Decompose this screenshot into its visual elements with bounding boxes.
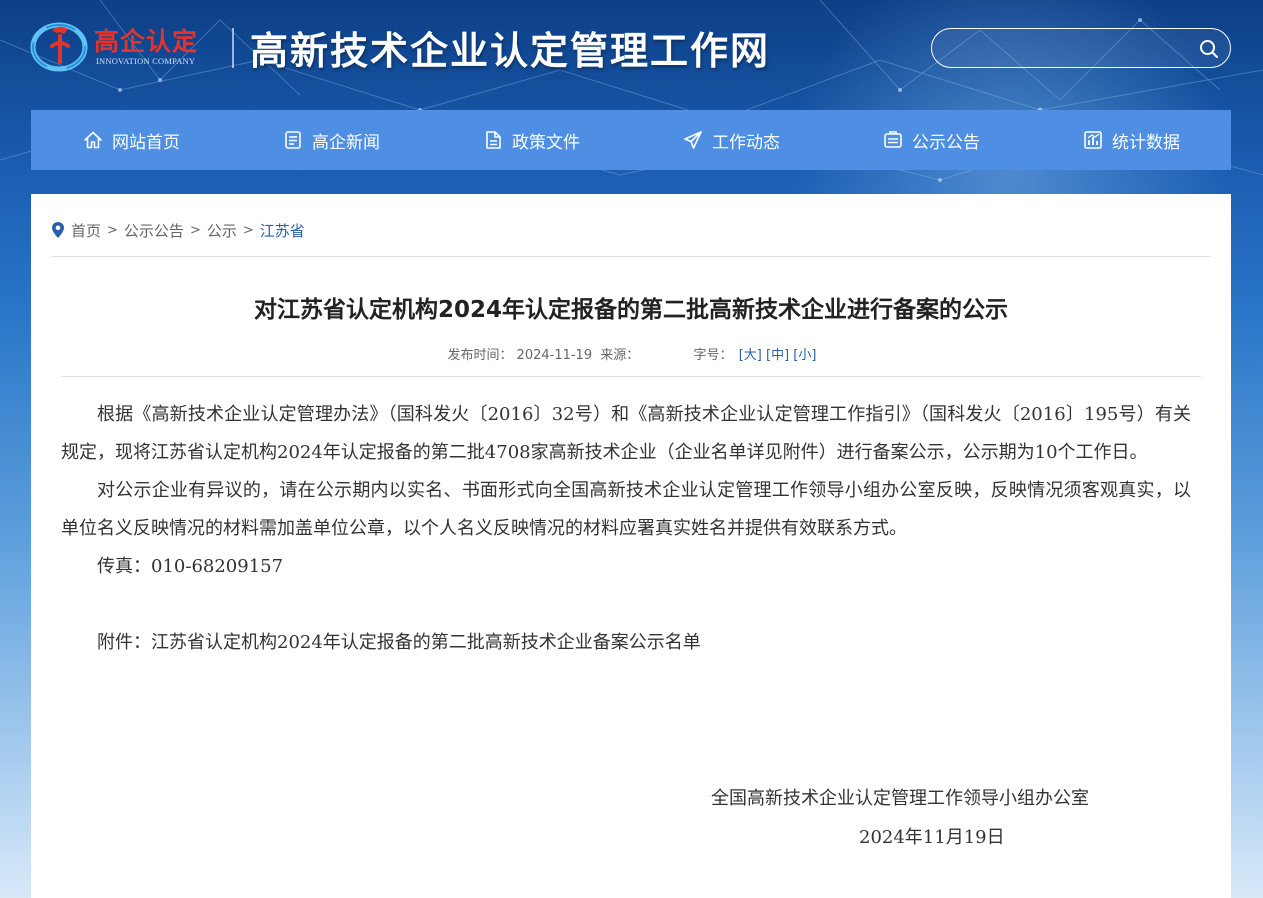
signature-date: 2024年11月19日 (859, 827, 1005, 848)
nav-label: 工作动态 (712, 132, 780, 153)
article-title: 对江苏省认定机构2024年认定报备的第二批高新技术企业进行备案的公示 (253, 297, 1008, 323)
publish-date: 2024-11-19 (516, 348, 593, 363)
home-icon (84, 131, 102, 149)
site-title: 高新技术企业认定管理工作网 (250, 28, 771, 73)
attachment-link[interactable]: 附件：江苏省认定机构2024年认定报备的第二批高新技术企业备案公示名单 (61, 624, 1191, 662)
nav-item-news[interactable]: 高企新闻 (231, 110, 431, 170)
nav-item-statistics[interactable]: 统计数据 (1031, 110, 1231, 170)
breadcrumb-announcements-link[interactable]: 公示公告 (124, 220, 184, 241)
logo-emblem-icon (30, 22, 88, 72)
site-logo[interactable]: 高企认定 INNOVATION COMPANY (30, 14, 220, 76)
logo-text-cn: 高企认定 (94, 27, 199, 56)
body-paragraph: 对公示企业有异议的，请在公示期内以实名、书面形式向全国高新技术企业认定管理工作领… (61, 480, 1191, 539)
divider (61, 376, 1201, 377)
news-icon (285, 131, 301, 149)
logo-divider (232, 28, 234, 68)
search-icon[interactable] (1198, 38, 1220, 60)
font-size-label: 字号： (693, 348, 733, 363)
announcement-icon (884, 131, 902, 148)
nav-label: 公示公告 (912, 132, 980, 153)
location-pin-icon (52, 222, 64, 238)
chart-icon (1084, 131, 1102, 149)
nav-item-home[interactable]: 网站首页 (31, 110, 231, 170)
nav-item-policy[interactable]: 政策文件 (431, 110, 631, 170)
font-size-small-button[interactable]: [小] (793, 348, 816, 363)
breadcrumb: 首页 > 公示公告 > 公示 > 江苏省 (51, 218, 305, 242)
nav-label: 统计数据 (1112, 132, 1180, 153)
nav-item-announcements[interactable]: 公示公告 (831, 110, 1031, 170)
search-box[interactable] (931, 28, 1231, 68)
site-header: 高企认定 INNOVATION COMPANY 高新技术企业认定管理工作网 (0, 0, 1263, 105)
article-container: 首页 > 公示公告 > 公示 > 江苏省 对江苏省认定机构2024年认定报备的第… (31, 194, 1231, 898)
body-paragraph: 根据《高新技术企业认定管理办法》（国科发火〔2016〕32号）和《高新技术企业认… (61, 404, 1191, 463)
document-icon (486, 131, 501, 149)
breadcrumb-separator: > (107, 222, 118, 238)
nav-label: 网站首页 (112, 132, 180, 153)
signature-org: 全国高新技术企业认定管理工作领导小组办公室 (711, 788, 1089, 809)
main-nav: 网站首页 高企新闻 政策文件 工作动态 公示公告 统计数据 (31, 110, 1231, 170)
breadcrumb-separator: > (242, 222, 254, 238)
logo-text-en: INNOVATION COMPANY (96, 56, 196, 66)
send-icon (684, 131, 702, 149)
breadcrumb-separator: > (189, 222, 201, 238)
nav-label: 政策文件 (512, 132, 580, 153)
breadcrumb-home-link[interactable]: 首页 (71, 220, 101, 241)
fax-line: 传真：010-68209157 (97, 556, 284, 577)
font-size-large-button[interactable]: [大] (739, 348, 762, 363)
article-meta: 发布时间： 2024-11-19 来源： 字号： [大] [中] [小] (31, 344, 1231, 363)
font-size-medium-button[interactable]: [中] (766, 348, 789, 363)
breadcrumb-notice-link[interactable]: 公示 (207, 220, 237, 241)
source-label: 来源： (600, 348, 640, 363)
nav-label: 高企新闻 (312, 132, 380, 153)
publish-date-label: 发布时间： (447, 348, 513, 363)
breadcrumb-current-link[interactable]: 江苏省 (260, 220, 305, 241)
nav-item-work-updates[interactable]: 工作动态 (631, 110, 831, 170)
article-body: 根据《高新技术企业认定管理办法》（国科发火〔2016〕32号）和《高新技术企业认… (61, 396, 1191, 662)
search-input[interactable] (948, 38, 1188, 60)
divider (51, 256, 1211, 257)
